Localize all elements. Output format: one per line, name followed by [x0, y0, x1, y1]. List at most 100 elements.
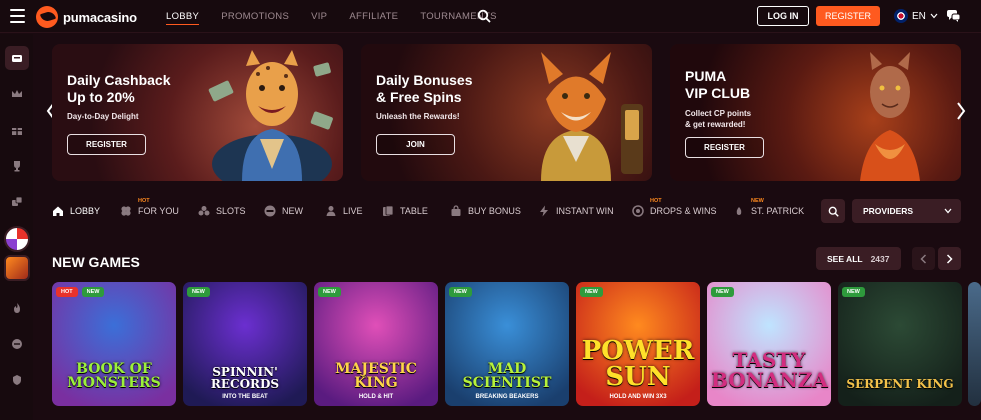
- sidebar-item-tournaments[interactable]: [5, 154, 29, 178]
- puma-logo-icon: [36, 6, 58, 28]
- banner-subtitle: Collect CP points & get rewarded!: [685, 109, 752, 129]
- nav-vip[interactable]: VIP: [311, 0, 327, 33]
- banner-join-button[interactable]: JOIN: [376, 134, 455, 155]
- banner-title: Daily Bonuses & Free Spins: [376, 72, 473, 105]
- providers-label: PROVIDERS: [863, 206, 914, 216]
- game-tile[interactable]: NEW MAD SCIENTIST BREAKING BEAKERS: [445, 282, 569, 406]
- fox-character-illustration: [541, 52, 643, 181]
- nav-promotions[interactable]: PROMOTIONS: [221, 0, 289, 33]
- hot-badge: HOT: [56, 287, 78, 297]
- game-subtitle: HOLD AND WIN 3X3: [609, 394, 667, 400]
- banner-title: Daily Cashback Up to 20%: [67, 72, 171, 105]
- game-badges: NEW: [580, 287, 603, 297]
- game-search-button[interactable]: [821, 199, 845, 223]
- game-tile[interactable]: NEW MAJESTIC KING HOLD & HIT: [314, 282, 438, 406]
- puma-character-illustration: [860, 52, 920, 181]
- game-tile[interactable]: NEW TASTY BONANZA: [707, 282, 831, 406]
- game-tile[interactable]: NEW POWER SUN HOLD AND WIN 3X3: [576, 282, 700, 406]
- chevron-right-icon: [946, 253, 953, 264]
- game-tile-partial[interactable]: [968, 282, 981, 406]
- game-title: BOOK OF MONSTERS: [67, 361, 161, 391]
- category-instant-win[interactable]: INSTANT WIN: [538, 199, 614, 223]
- sidebar-item-hot[interactable]: [5, 296, 29, 320]
- sidebar-item-casino[interactable]: [5, 46, 29, 70]
- dealer-icon: [326, 206, 336, 216]
- shamrock-icon: [736, 207, 742, 215]
- category-label: TABLE: [400, 206, 428, 216]
- game-badges: HOT NEW: [56, 287, 105, 297]
- game-title: MAJESTIC KING: [335, 361, 417, 391]
- banner-register-button[interactable]: REGISTER: [685, 137, 764, 158]
- sidebar-item-vip[interactable]: [5, 82, 29, 106]
- game-badges: NEW: [842, 287, 865, 297]
- providers-dropdown[interactable]: PROVIDERS: [852, 199, 961, 223]
- register-button[interactable]: REGISTER: [816, 6, 880, 26]
- language-selector[interactable]: EN: [894, 9, 938, 23]
- hot-tag: HOT: [650, 198, 662, 204]
- category-st-patrick[interactable]: NEW ST. PATRICK: [733, 198, 804, 223]
- category-lobby[interactable]: LOBBY: [52, 199, 100, 223]
- category-live[interactable]: LIVE: [325, 199, 363, 223]
- category-new[interactable]: NEW: [264, 199, 303, 223]
- cheetah-character-illustration: [208, 50, 333, 181]
- login-button[interactable]: LOG IN: [757, 6, 809, 26]
- game-title: TASTY BONANZA: [711, 348, 828, 392]
- nav-lobby[interactable]: LOBBY: [166, 0, 200, 33]
- nav-affiliate[interactable]: AFFILIATE: [349, 0, 398, 33]
- search-icon[interactable]: [477, 9, 491, 23]
- new-icon: [264, 205, 276, 217]
- fire-icon: [14, 303, 20, 313]
- games-prev-button[interactable]: [912, 247, 935, 270]
- game-tile[interactable]: HOT NEW BOOK OF MONSTERS: [52, 282, 176, 406]
- game-tile[interactable]: NEW SERPENT KING: [838, 282, 962, 406]
- game-tile[interactable]: NEW SPINNIN' RECORDS INTO THE BEAT: [183, 282, 307, 406]
- chevron-down-icon: [930, 13, 938, 19]
- category-drops-wins[interactable]: HOT DROPS & WINS: [632, 198, 717, 223]
- banner-vip-club[interactable]: PUMA VIP CLUB Collect CP points & get re…: [670, 44, 961, 181]
- sidebar-item-promotions[interactable]: [5, 118, 29, 142]
- sidebar-item-security[interactable]: [5, 368, 29, 392]
- logo[interactable]: pumacasino: [36, 6, 137, 28]
- new-badge: NEW: [449, 287, 472, 297]
- see-all-button[interactable]: SEE ALL 2437: [816, 247, 901, 270]
- category-table[interactable]: TABLE: [382, 199, 428, 223]
- category-label: INSTANT WIN: [556, 206, 614, 216]
- game-subtitle: INTO THE BEAT: [222, 394, 268, 400]
- banner-daily-cashback[interactable]: Daily Cashback Up to 20% Day-to-Day Deli…: [52, 44, 343, 181]
- wheel-game[interactable]: [4, 226, 30, 252]
- shield-icon: [13, 375, 21, 385]
- game-subtitle: BREAKING BEAKERS: [475, 394, 539, 400]
- new-badge: NEW: [187, 287, 210, 297]
- games-count: 2437: [870, 253, 890, 264]
- chevron-left-icon: [920, 253, 927, 264]
- new-badge: NEW: [711, 287, 734, 297]
- search-icon: [828, 206, 839, 217]
- gift-icon: [12, 128, 22, 135]
- game-title: SPINNIN' RECORDS: [210, 365, 280, 391]
- game-title: MAD SCIENTIST: [462, 361, 552, 391]
- new-badge: NEW: [81, 287, 105, 297]
- category-for-you[interactable]: HOT FOR YOU: [120, 198, 179, 223]
- game-subtitle: HOLD & HIT: [358, 394, 394, 400]
- banner-next-arrow-icon[interactable]: [956, 102, 966, 120]
- category-buy-bonus[interactable]: BUY BONUS: [450, 199, 521, 223]
- new-badge: NEW: [842, 287, 865, 297]
- chat-bubble-icon: [12, 339, 22, 349]
- banner-register-button[interactable]: REGISTER: [67, 134, 146, 155]
- category-label: DROPS & WINS: [650, 206, 717, 216]
- bolt-icon: [540, 205, 548, 217]
- games-next-button[interactable]: [938, 247, 961, 270]
- game-thumb[interactable]: [4, 255, 30, 281]
- logo-text: pumacasino: [63, 9, 137, 25]
- category-label: LOBBY: [70, 206, 101, 216]
- banner-subtitle: Unleash the Rewards!: [376, 112, 460, 121]
- menu-icon[interactable]: [10, 9, 25, 23]
- chat-icon[interactable]: [946, 9, 961, 23]
- main-nav: LOBBY PROMOTIONS VIP AFFILIATE TOURNAMEN…: [166, 0, 497, 33]
- game-title: POWER SUN: [581, 336, 695, 392]
- banner-daily-bonuses[interactable]: Daily Bonuses & Free Spins Unleash the R…: [361, 44, 652, 181]
- sidebar-item-live-chat[interactable]: [5, 332, 29, 356]
- dice-icon: [12, 196, 23, 206]
- category-slots[interactable]: SLOTS: [198, 199, 246, 223]
- sidebar-item-table-games[interactable]: [5, 190, 29, 214]
